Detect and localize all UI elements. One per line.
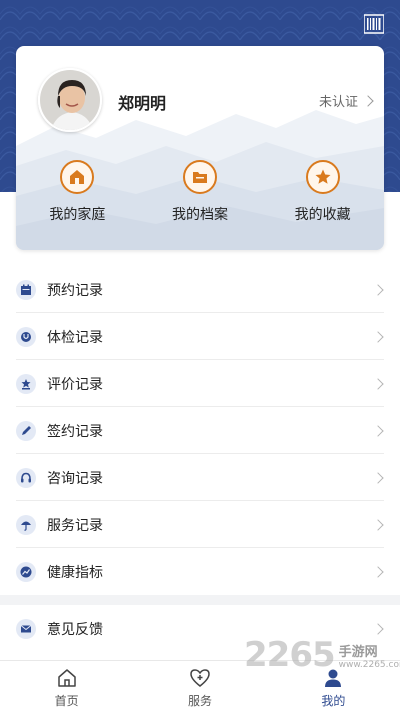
tab-label: 我的 bbox=[321, 694, 346, 708]
chevron-right-icon bbox=[372, 471, 384, 484]
verification-link[interactable]: 未认证 bbox=[318, 91, 374, 110]
watermark-url: www.2265.com bbox=[338, 659, 400, 670]
site-watermark: 2265 手游网 www.2265.com bbox=[244, 630, 400, 680]
menu-item-reviews[interactable]: 评价记录 bbox=[0, 360, 400, 407]
menu-item-health-metrics[interactable]: 健康指标 bbox=[0, 548, 400, 595]
home-tab-icon bbox=[57, 669, 76, 687]
quick-action-label: 我的收藏 bbox=[294, 207, 351, 223]
chevron-right-icon bbox=[372, 565, 384, 578]
verification-status: 未认证 bbox=[318, 95, 358, 110]
watermark-site: 手游网 bbox=[338, 644, 378, 660]
menu-item-consultations[interactable]: 咨询记录 bbox=[0, 454, 400, 501]
star-icon bbox=[305, 160, 340, 194]
menu-item-label: 评价记录 bbox=[47, 376, 103, 393]
quick-action-label: 我的家庭 bbox=[49, 207, 106, 223]
avatar[interactable] bbox=[38, 68, 102, 132]
user-name: 郑明明 bbox=[118, 94, 167, 113]
menu-item-contracts[interactable]: 签约记录 bbox=[0, 407, 400, 454]
quick-action-favorites[interactable]: 我的收藏 bbox=[261, 160, 384, 230]
menu-item-checkups[interactable]: 体检记录 bbox=[0, 313, 400, 360]
chevron-right-icon bbox=[372, 424, 384, 437]
tab-label: 首页 bbox=[54, 694, 79, 708]
tab-label: 服务 bbox=[187, 694, 212, 708]
headset-icon bbox=[16, 467, 36, 488]
menu-item-label: 签约记录 bbox=[47, 423, 103, 440]
section-divider bbox=[0, 595, 400, 605]
quick-action-family[interactable]: 我的家庭 bbox=[16, 160, 139, 230]
chevron-right-icon bbox=[372, 283, 384, 296]
rating-icon bbox=[16, 373, 36, 394]
watermark-number: 2265 bbox=[244, 635, 336, 675]
folder-icon bbox=[183, 160, 217, 194]
menu-item-label: 健康指标 bbox=[47, 564, 103, 581]
heart-plus-icon bbox=[190, 669, 210, 687]
menu-item-label: 咨询记录 bbox=[47, 470, 103, 487]
quick-action-label: 我的档案 bbox=[172, 207, 228, 223]
umbrella-icon bbox=[16, 514, 36, 535]
trend-icon bbox=[16, 561, 36, 582]
chevron-right-icon bbox=[362, 94, 374, 107]
quick-action-records[interactable]: 我的档案 bbox=[139, 160, 262, 230]
menu-item-services[interactable]: 服务记录 bbox=[0, 501, 400, 548]
menu-item-label: 服务记录 bbox=[47, 517, 103, 534]
menu-item-appointments[interactable]: 预约记录 bbox=[0, 266, 400, 313]
home-icon bbox=[60, 160, 95, 194]
chevron-right-icon bbox=[372, 330, 384, 343]
calendar-icon bbox=[16, 279, 36, 300]
tab-home[interactable]: 首页 bbox=[0, 661, 133, 711]
mail-icon bbox=[16, 618, 36, 639]
menu-list: 预约记录 体检记录 评价记录 签约记录 咨询记录 服务记录 健康指标 意见反馈 bbox=[0, 266, 400, 652]
menu-item-label: 体检记录 bbox=[47, 329, 103, 346]
chevron-right-icon bbox=[372, 377, 384, 390]
barcode-scan-icon[interactable] bbox=[363, 14, 385, 34]
chevron-right-icon bbox=[372, 518, 384, 531]
profile-card: 郑明明 未认证 我的家庭 我的档案 我的收藏 bbox=[16, 46, 384, 250]
pen-icon bbox=[16, 420, 36, 441]
menu-item-label: 预约记录 bbox=[47, 282, 103, 299]
quick-actions: 我的家庭 我的档案 我的收藏 bbox=[16, 160, 384, 230]
stethoscope-icon bbox=[16, 326, 36, 347]
